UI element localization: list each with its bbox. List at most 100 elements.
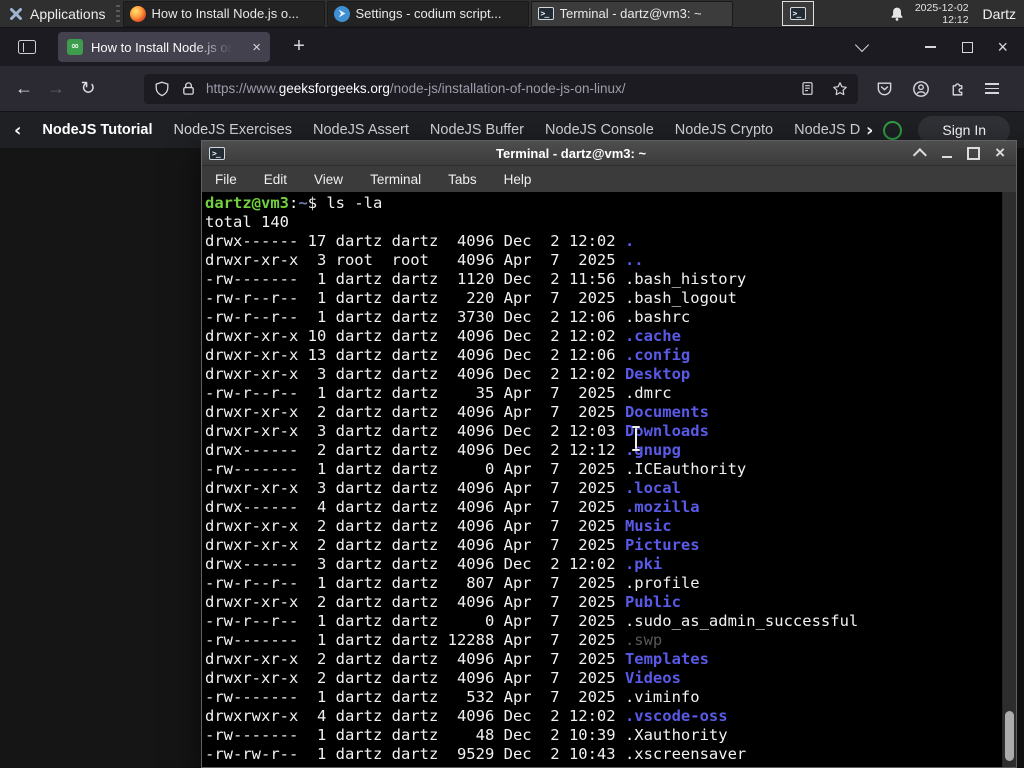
list-all-tabs-chevron-icon[interactable] xyxy=(855,37,870,53)
applications-menu-button[interactable]: Applications xyxy=(0,0,114,28)
file-name: .config xyxy=(624,346,691,364)
file-meta: -rw-r--r-- 1 dartz dartz 807 Apr 7 2025 xyxy=(205,574,625,592)
file-meta: drwxr-xr-x 2 dartz dartz 4096 Apr 7 2025 xyxy=(205,517,625,535)
terminal-menubar: File Edit View Terminal Tabs Help xyxy=(202,165,1016,192)
terminal-total-line: total 140 xyxy=(205,213,289,231)
terminal-line: -rw------- 1 dartz dartz 0 Apr 7 2025 .I… xyxy=(205,460,1016,479)
file-meta: drwxrwxr-x 4 dartz dartz 4096 Dec 2 12:0… xyxy=(205,707,625,725)
site-nav-nodejs-assert[interactable]: NodeJS Assert xyxy=(313,122,409,138)
terminal-menu-tabs[interactable]: Tabs xyxy=(448,172,477,187)
terminal-menu-file[interactable]: File xyxy=(215,172,237,187)
terminal-scrollbar-thumb[interactable] xyxy=(1005,711,1014,761)
search-icon[interactable] xyxy=(883,120,903,140)
window-close-button[interactable]: × xyxy=(997,38,1008,56)
terminal-line: drwxr-xr-x 3 root root 4096 Apr 7 2025 .… xyxy=(205,251,1016,270)
extensions-puzzle-icon[interactable] xyxy=(949,80,966,97)
window-button-firefox[interactable]: How to Install Node.js o... xyxy=(122,0,325,27)
clock-time: 12:12 xyxy=(942,13,969,26)
file-name: .dmrc xyxy=(624,384,672,402)
window-button-terminal[interactable]: Terminal - dartz@vm3: ~ xyxy=(530,0,733,27)
file-name: .profile xyxy=(624,574,700,592)
new-tab-button[interactable]: + xyxy=(284,33,314,61)
account-icon[interactable] xyxy=(912,80,930,98)
lock-icon[interactable] xyxy=(181,81,196,96)
reload-button[interactable]: ↻ xyxy=(72,78,104,99)
site-nav-nodejs-buffer[interactable]: NodeJS Buffer xyxy=(430,122,524,138)
terminal-line: -rw------- 1 dartz dartz 532 Apr 7 2025 … xyxy=(205,688,1016,707)
terminal-line: -rw-rw-r-- 1 dartz dartz 9529 Dec 2 10:4… xyxy=(205,745,1016,764)
terminal-menu-help[interactable]: Help xyxy=(504,172,532,187)
file-meta: drwxr-xr-x 2 dartz dartz 4096 Apr 7 2025 xyxy=(205,650,625,668)
browser-tab-bar: ∞ How to Install Node.js on × + × xyxy=(0,28,1024,66)
file-meta: drwxr-xr-x 3 root root 4096 Apr 7 2025 xyxy=(205,251,625,269)
terminal-line: -rw------- 1 dartz dartz 12288 Apr 7 202… xyxy=(205,631,1016,650)
panel-user-label[interactable]: Dartz xyxy=(983,6,1016,22)
site-nav-nodejs-crypto[interactable]: NodeJS Crypto xyxy=(675,122,773,138)
terminal-scrollbar-track[interactable] xyxy=(1002,192,1016,767)
file-meta: drwxr-xr-x 3 dartz dartz 4096 Dec 2 12:0… xyxy=(205,365,625,383)
applications-icon xyxy=(10,7,22,20)
applications-label: Applications xyxy=(30,5,106,22)
firefox-icon xyxy=(129,5,146,22)
window-maximize-button[interactable] xyxy=(962,41,974,53)
menu-hamburger-icon[interactable] xyxy=(985,82,999,95)
file-meta: -rw-rw-r-- 1 dartz dartz 9529 Dec 2 10:4… xyxy=(205,745,625,763)
file-name: Music xyxy=(624,517,672,535)
terminal-titlebar[interactable]: Terminal - dartz@vm3: ~ × xyxy=(202,141,1016,165)
browser-tab-active[interactable]: ∞ How to Install Node.js on × xyxy=(58,32,270,62)
terminal-menu-edit[interactable]: Edit xyxy=(264,172,287,187)
site-nav-nodejs-tutorial[interactable]: NodeJS Tutorial xyxy=(42,122,152,138)
tab-title: How to Install Node.js on xyxy=(91,39,233,55)
window-button-label: Settings - codium script... xyxy=(355,6,502,21)
shield-icon[interactable] xyxy=(154,81,170,97)
url-path: /node-js/installation-of-node-js-on-linu… xyxy=(389,81,626,96)
ibeam-mouse-cursor xyxy=(630,425,642,452)
reader-mode-icon[interactable] xyxy=(800,81,815,96)
terminal-title: Terminal - dartz@vm3: ~ xyxy=(496,145,647,161)
terminal-icon xyxy=(209,146,225,160)
tab-close-icon[interactable]: × xyxy=(252,40,261,55)
terminal-line: drwxr-xr-x 10 dartz dartz 4096 Dec 2 12:… xyxy=(205,327,1016,346)
firefox-view-button[interactable] xyxy=(12,34,42,60)
back-button[interactable]: ← xyxy=(8,78,40,99)
terminal-line: drwxr-xr-x 3 dartz dartz 4096 Apr 7 2025… xyxy=(205,479,1016,498)
file-meta: drwxr-xr-x 2 dartz dartz 4096 Apr 7 2025 xyxy=(205,669,625,687)
terminal-menu-view[interactable]: View xyxy=(314,172,343,187)
file-meta: drwxr-xr-x 3 dartz dartz 4096 Dec 2 12:0… xyxy=(205,422,625,440)
minimize-window-icon[interactable] xyxy=(942,155,953,158)
terminal-output[interactable]: dartz@vm3:~$ ls -la total 140 drwx------… xyxy=(202,192,1016,767)
file-name: Documents xyxy=(624,403,709,421)
pocket-icon[interactable] xyxy=(876,80,893,97)
file-meta: drwx------ 2 dartz dartz 4096 Dec 2 12:1… xyxy=(205,441,625,459)
terminal-menu-terminal[interactable]: Terminal xyxy=(370,172,421,187)
file-name: .sudo_as_admin_successful xyxy=(624,612,859,630)
file-meta: drwxr-xr-x 10 dartz dartz 4096 Dec 2 12:… xyxy=(205,327,625,345)
tab-bar-right: × xyxy=(855,37,1024,56)
bell-icon[interactable] xyxy=(889,6,905,22)
file-name: . xyxy=(624,232,635,250)
bookmark-star-icon[interactable] xyxy=(832,81,848,97)
codium-icon xyxy=(333,5,350,22)
file-meta: -rw-r--r-- 1 dartz dartz 3730 Dec 2 12:0… xyxy=(205,308,625,326)
maximize-window-icon[interactable] xyxy=(967,146,981,160)
clock-date: 2025-12-02 xyxy=(914,1,969,14)
file-meta: drwx------ 4 dartz dartz 4096 Apr 7 2025 xyxy=(205,498,625,516)
terminal-line: drwx------ 2 dartz dartz 4096 Dec 2 12:1… xyxy=(205,441,1016,460)
close-window-icon[interactable]: × xyxy=(995,144,1005,161)
nav-scroll-left-icon[interactable]: ‹ xyxy=(14,120,21,141)
url-bar[interactable]: https://www.geeksforgeeks.org/node-js/in… xyxy=(144,73,858,104)
terminal-line: drwxr-xr-x 2 dartz dartz 4096 Apr 7 2025… xyxy=(205,650,1016,669)
window-minimize-button[interactable] xyxy=(925,46,937,48)
site-nav-nodejs-exercises[interactable]: NodeJS Exercises xyxy=(174,122,292,138)
site-nav-nodejs-console[interactable]: NodeJS Console xyxy=(545,122,654,138)
window-button-label: How to Install Node.js o... xyxy=(151,6,299,21)
window-button-codium[interactable]: Settings - codium script... xyxy=(326,0,529,27)
file-meta: -rw------- 1 dartz dartz 0 Apr 7 2025 xyxy=(205,460,625,478)
nav-scroll-right-icon[interactable]: › xyxy=(866,120,873,141)
forward-button[interactable]: → xyxy=(40,78,72,99)
tray-terminal-icon[interactable] xyxy=(781,1,814,26)
terminal-line: drwxr-xr-x 13 dartz dartz 4096 Dec 2 12:… xyxy=(205,346,1016,365)
url-protocol: https://www. xyxy=(206,81,279,96)
panel-clock[interactable]: 2025-12-02 12:12 xyxy=(915,2,969,26)
terminal-icon xyxy=(789,7,806,20)
